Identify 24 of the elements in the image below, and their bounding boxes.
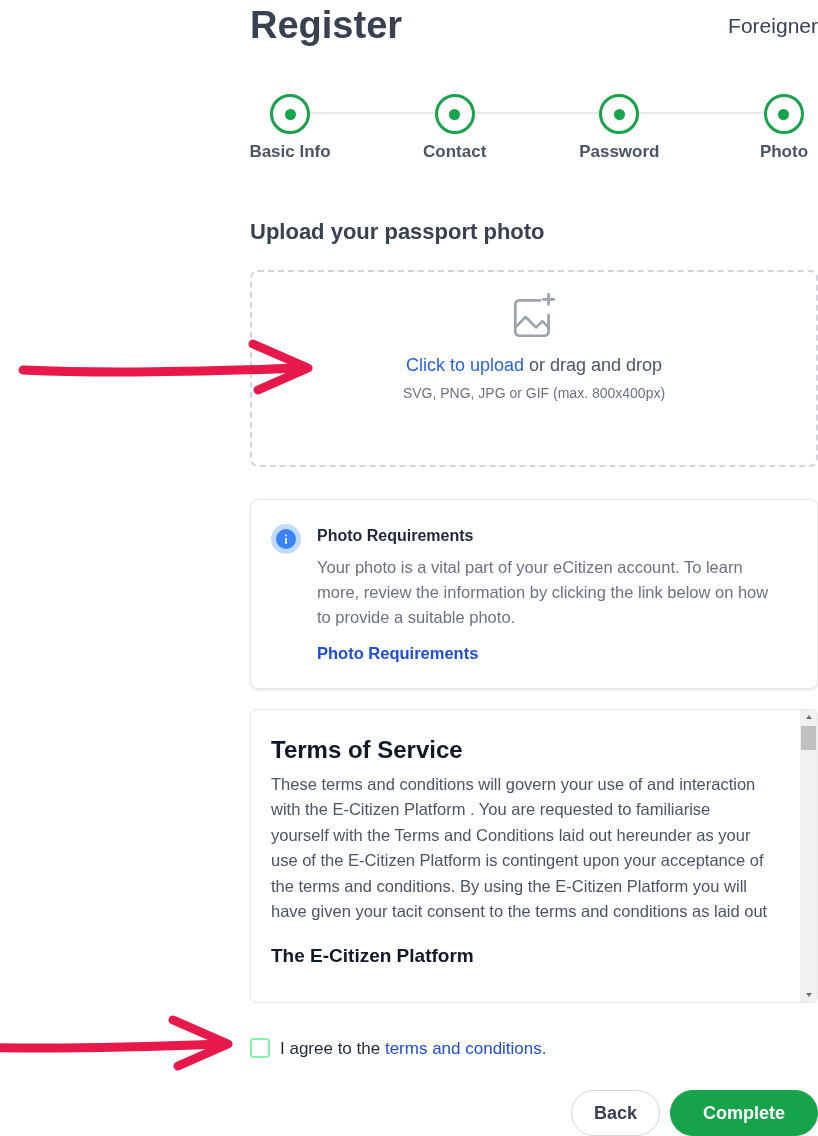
info-text: Your photo is a vital part of your eCitizen account. To learn more, review the information by clicking the link below on how to provide a suitable photo.	[317, 557, 770, 629]
step-label: Basic Info	[249, 141, 331, 163]
scroll-thumb[interactable]	[801, 725, 816, 750]
step-label: Contact	[423, 141, 487, 163]
terms-subheading: The E-Citizen Platform	[271, 943, 475, 968]
account-type: Foreigner	[728, 13, 818, 39]
page-title: Register	[250, 3, 403, 48]
info-title: Photo Requirements	[317, 526, 475, 547]
upload-dropzone[interactable]: Click to upload or drag and drop SVG, PNG, JPG or GIF (max. 800x400px)	[250, 269, 818, 468]
step-label: Photo	[759, 141, 809, 163]
terms-link[interactable]: terms and conditions.	[384, 1038, 547, 1058]
agree-text: I agree to the terms and conditions.	[280, 1037, 547, 1060]
upload-hint: SVG, PNG, JPG or GIF (max. 800x400px)	[402, 383, 666, 403]
upload-link[interactable]: Click to upload	[405, 354, 524, 375]
terms-text: These terms and conditions will govern your use of and interaction with the E-Citizen Platform . You are requested to familiarise yourself with the Terms and Conditions laid out hereunder as your use of the E-Citizen Platform is contingent upon your acceptance of the terms and conditions. By using the E-Citizen Platform you will have given your tacit consent to the terms and conditions as laid out	[271, 773, 769, 923]
agree-checkbox[interactable]	[250, 1038, 270, 1059]
back-button[interactable]: Back	[570, 1090, 660, 1136]
upload-instruction: Click to upload or drag and drop	[405, 353, 663, 377]
step-label: Password	[579, 141, 660, 163]
requirements-link[interactable]: Photo Requirements	[317, 641, 479, 666]
terms-title: Terms of Service	[271, 734, 464, 765]
info-icon	[271, 524, 301, 555]
upload-heading: Upload your passport photo	[250, 217, 546, 246]
scroll-track[interactable]	[800, 709, 817, 1002]
